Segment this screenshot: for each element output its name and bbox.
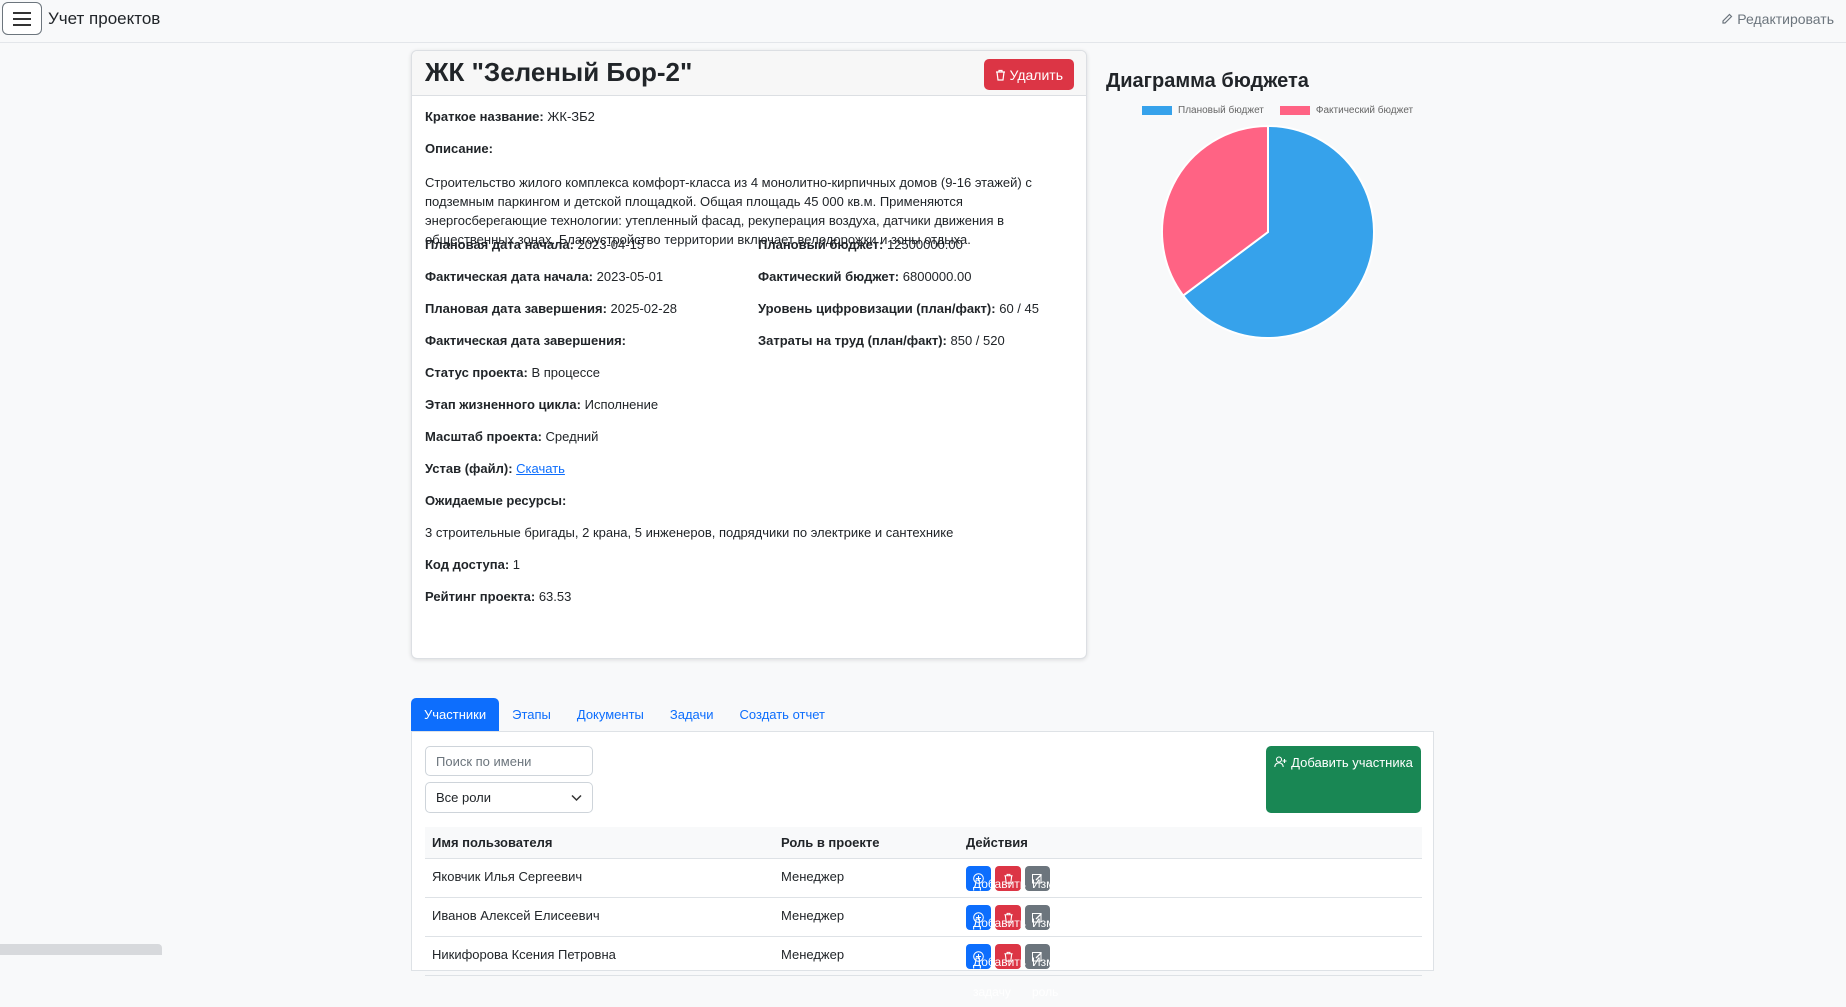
legend-item-planned[interactable]: Плановый бюджет [1142, 105, 1264, 116]
legend-label-planned: Плановый бюджет [1178, 105, 1264, 116]
hamburger-icon [13, 11, 31, 26]
status-field: Статус проекта: В процессе [425, 365, 600, 380]
members-panel: Поиск по имени Все роли Добавить участни… [411, 731, 1434, 999]
resources-label: Ожидаемые ресурсы: [425, 493, 567, 508]
planned-start-field: Плановая дата начала: 2023-04-15 [425, 237, 645, 252]
member-role: Менеджер [781, 869, 845, 884]
member-search-input[interactable]: Поиск по имени [425, 746, 593, 776]
add-member-label: Добавить участника [1291, 755, 1413, 770]
row-actions: Добавить задачу Изменить роль [966, 905, 1086, 960]
short-name-field: Краткое название: ЖК-ЗБ2 [425, 109, 595, 124]
actual-start-field: Фактическая дата начала: 2023-05-01 [425, 269, 664, 284]
navbar: Учет проектов Редактировать [0, 0, 1846, 43]
table-row: Иванов Алексей Елисеевич Менеджер Добави… [425, 898, 1422, 960]
role-filter-select[interactable]: Все роли [425, 782, 593, 813]
budget-chart-heading: Диаграмма бюджета [1106, 70, 1309, 92]
app-title: Учет проектов [48, 9, 161, 28]
pencil-icon [1722, 13, 1733, 24]
digital-level-field: Уровень цифровизации (план/факт): 60 / 4… [758, 301, 1039, 316]
resources-text: 3 строительные бригады, 2 крана, 5 инжен… [425, 525, 954, 540]
planned-budget-field: Плановый бюджет: 12500000.00 [758, 237, 963, 252]
member-role: Менеджер [781, 947, 845, 962]
role-filter-value: Все роли [436, 790, 492, 805]
planned-end-field: Плановая дата завершения: 2025-02-28 [425, 301, 678, 316]
table-row: Никифорова Ксения Петровна Менеджер Доба… [425, 937, 1422, 999]
members-table: Имя пользователя Роль в проекте Действия… [425, 827, 1422, 999]
actual-budget-field: Фактический бюджет: 6800000.00 [758, 269, 972, 284]
row-actions: Добавить задачу Изменить роль [966, 866, 1086, 921]
description-label: Описание: [425, 141, 493, 156]
project-card: ЖК "Зеленый Бор-2" Удалить Краткое назва… [411, 50, 1087, 659]
tab-create-report[interactable]: Создать отчет [727, 698, 838, 731]
header-actions: Действия [966, 835, 1028, 850]
tab-tasks[interactable]: Задачи [657, 698, 727, 731]
legend-label-actual: Фактический бюджет [1315, 105, 1414, 116]
row-actions: Добавить задачу Изменить роль [966, 944, 1086, 999]
person-plus-icon [1274, 756, 1287, 768]
member-name: Иванов Алексей Елисеевич [432, 908, 600, 923]
legend-swatch-actual [1279, 106, 1310, 115]
tab-stages[interactable]: Этапы [499, 698, 564, 731]
member-role: Менеджер [781, 908, 845, 923]
labor-cost-field: Затраты на труд (план/факт): 850 / 520 [758, 333, 1005, 348]
legend-item-actual[interactable]: Фактический бюджет [1279, 105, 1414, 116]
rating-field: Рейтинг проекта: 63.53 [425, 589, 572, 604]
tab-members[interactable]: Участники [411, 698, 500, 731]
legend-swatch-planned [1142, 106, 1172, 115]
charter-download-link[interactable]: Скачать [516, 461, 565, 476]
add-task-button[interactable]: Добавить задачу [966, 944, 1026, 999]
add-task-button[interactable]: Добавить задачу [966, 866, 1026, 921]
chart-legend: Плановый бюджет Фактический бюджет [1142, 105, 1413, 116]
access-code-field: Код доступа: 1 [425, 557, 521, 572]
trash-icon [995, 69, 1005, 81]
browser-status-bar [0, 944, 162, 955]
project-tabs: Участники Этапы Документы Задачи Создать… [411, 698, 838, 731]
scale-field: Масштаб проекта: Средний [425, 429, 599, 444]
edit-link[interactable]: Редактировать [1721, 11, 1834, 27]
project-title: ЖК "Зеленый Бор-2" [425, 57, 693, 87]
chevron-down-icon [571, 794, 582, 801]
header-role: Роль в проекте [781, 835, 880, 850]
project-card-header: ЖК "Зеленый Бор-2" Удалить [412, 51, 1086, 96]
tab-documents[interactable]: Документы [564, 698, 657, 731]
header-username: Имя пользователя [432, 835, 553, 850]
charter-field: Устав (файл): Скачать [425, 461, 565, 476]
actual-end-field: Фактическая дата завершения: [425, 333, 626, 348]
menu-toggle-button[interactable] [2, 2, 42, 35]
delete-label: Удалить [1009, 66, 1063, 83]
delete-project-button[interactable]: Удалить [983, 59, 1074, 90]
budget-pie-chart [1161, 124, 1375, 339]
member-name: Яковчик Илья Сергеевич [432, 869, 583, 884]
add-task-button[interactable]: Добавить задачу [966, 905, 1026, 960]
stage-field: Этап жизненного цикла: Исполнение [425, 397, 659, 412]
member-name: Никифорова Ксения Петровна [432, 947, 616, 962]
table-row: Яковчик Илья Сергеевич Менеджер Добавить… [425, 859, 1422, 921]
edit-label: Редактировать [1737, 11, 1834, 27]
table-header: Имя пользователя Роль в проекте Действия [425, 827, 1422, 859]
add-member-button[interactable]: Добавить участника [1266, 746, 1421, 813]
